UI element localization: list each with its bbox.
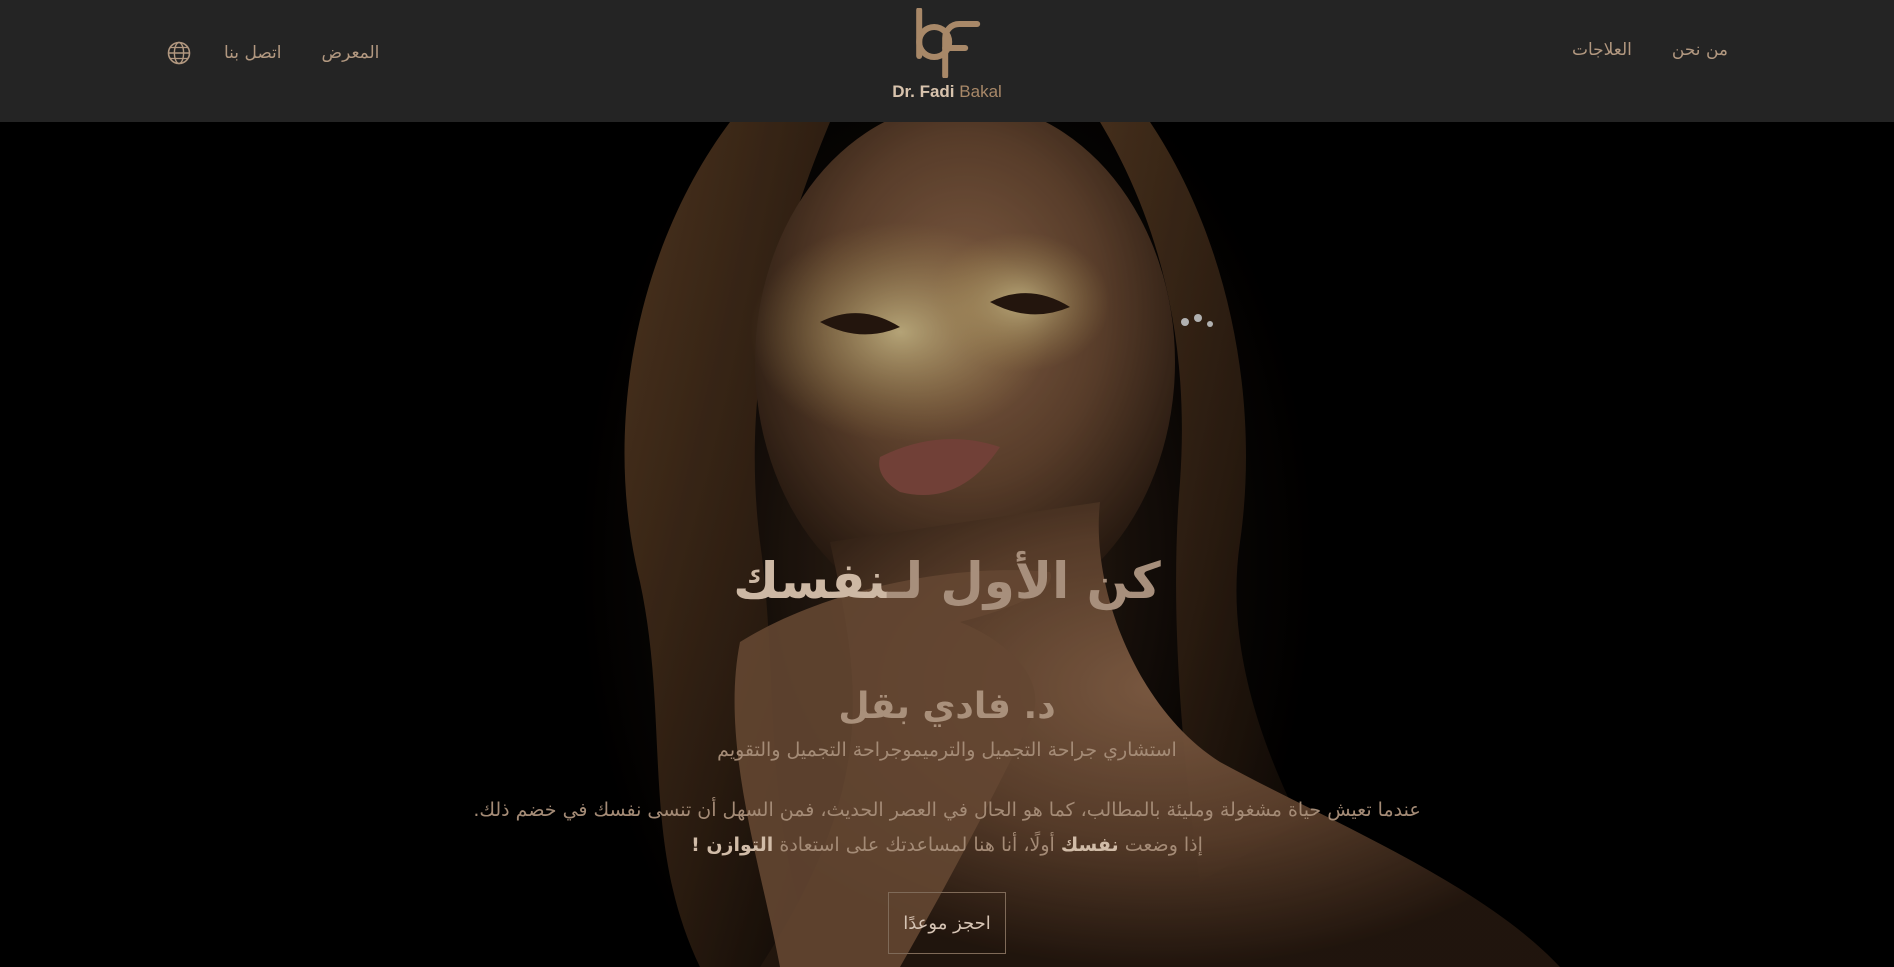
nav-contact-link[interactable]: اتصل بنا: [224, 43, 282, 63]
nav-treatments-link[interactable]: العلاجات: [1572, 40, 1632, 60]
intro-line-2: إذا وضعت نفسك أولًا، أنا هنا لمساعدتك عل…: [0, 834, 1894, 856]
site-logo[interactable]: Dr. Fadi Bakal: [892, 8, 1002, 102]
tagline-bold-text: نفسك: [733, 552, 888, 610]
hero-tagline: كن الأول لـنفسك: [0, 552, 1894, 610]
intro-line-2-bold-2: التوازن !: [691, 834, 774, 856]
nav-right: العلاجات من نحن: [1532, 40, 1728, 60]
nav-gallery-link[interactable]: المعرض: [322, 43, 380, 63]
doctor-title: استشاري جراحة التجميل والترميموجراحة الت…: [717, 739, 1177, 761]
logo-wordmark: Dr. Fadi Bakal: [892, 82, 1002, 102]
book-appointment-button[interactable]: احجز موعدًا: [888, 892, 1006, 954]
globe-icon[interactable]: [166, 40, 192, 66]
intro-line-2-part-a: إذا وضعت: [1124, 834, 1203, 856]
logo-brand-text: Dr. Fadi: [892, 82, 955, 101]
intro-line-2-bold-1: نفسك: [1060, 834, 1119, 856]
nav-about-link[interactable]: من نحن: [1672, 40, 1728, 60]
logo-surname-text: Bakal: [959, 82, 1002, 101]
intro-line-1: عندما تعيش حياة مشغولة ومليئة بالمطالب، …: [473, 799, 1421, 821]
nav-left: اتصل بنا المعرض: [166, 40, 419, 66]
doctor-name: د. فادي بقل: [838, 686, 1056, 727]
bf-monogram-icon: [916, 8, 980, 78]
tagline-light-text: كن الأول لـ: [887, 552, 1161, 610]
hero-section: كن الأول لـنفسك د. فادي بقل استشاري جراح…: [0, 122, 1894, 967]
intro-line-2-part-b: أولًا، أنا هنا لمساعدتك على استعادة: [779, 834, 1055, 856]
site-header: اتصل بنا المعرض Dr. Fadi Bakal العلاجات …: [0, 0, 1894, 122]
